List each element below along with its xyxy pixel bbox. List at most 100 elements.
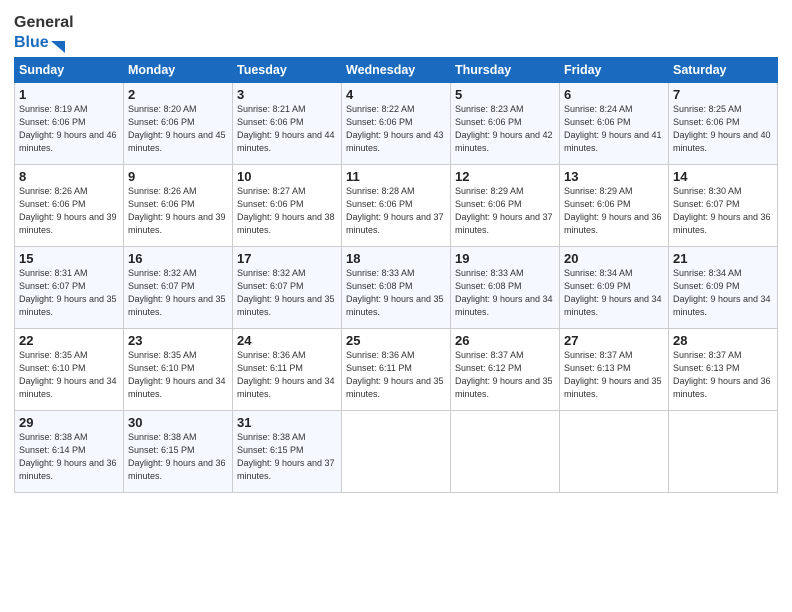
calendar-cell: 27Sunrise: 8:37 AM Sunset: 6:13 PM Dayli… [560, 328, 669, 410]
calendar-cell: 10Sunrise: 8:27 AM Sunset: 6:06 PM Dayli… [233, 164, 342, 246]
weekday-header-wednesday: Wednesday [342, 57, 451, 82]
cell-info: Sunrise: 8:37 AM Sunset: 6:13 PM Dayligh… [673, 349, 773, 401]
calendar-cell: 12Sunrise: 8:29 AM Sunset: 6:06 PM Dayli… [451, 164, 560, 246]
weekday-header-row: SundayMondayTuesdayWednesdayThursdayFrid… [15, 57, 778, 82]
day-number: 31 [237, 415, 337, 430]
calendar-cell: 4Sunrise: 8:22 AM Sunset: 6:06 PM Daylig… [342, 82, 451, 164]
day-number: 21 [673, 251, 773, 266]
cell-info: Sunrise: 8:28 AM Sunset: 6:06 PM Dayligh… [346, 185, 446, 237]
cell-info: Sunrise: 8:26 AM Sunset: 6:06 PM Dayligh… [128, 185, 228, 237]
cell-info: Sunrise: 8:38 AM Sunset: 6:15 PM Dayligh… [237, 431, 337, 483]
cell-info: Sunrise: 8:32 AM Sunset: 6:07 PM Dayligh… [237, 267, 337, 319]
weekday-header-sunday: Sunday [15, 57, 124, 82]
day-number: 27 [564, 333, 664, 348]
calendar-cell: 31Sunrise: 8:38 AM Sunset: 6:15 PM Dayli… [233, 410, 342, 492]
cell-info: Sunrise: 8:37 AM Sunset: 6:12 PM Dayligh… [455, 349, 555, 401]
logo: General Blue [14, 14, 74, 53]
day-number: 17 [237, 251, 337, 266]
weekday-header-thursday: Thursday [451, 57, 560, 82]
cell-info: Sunrise: 8:38 AM Sunset: 6:15 PM Dayligh… [128, 431, 228, 483]
day-number: 4 [346, 87, 446, 102]
day-number: 7 [673, 87, 773, 102]
week-row-4: 22Sunrise: 8:35 AM Sunset: 6:10 PM Dayli… [15, 328, 778, 410]
calendar-cell: 26Sunrise: 8:37 AM Sunset: 6:12 PM Dayli… [451, 328, 560, 410]
cell-info: Sunrise: 8:34 AM Sunset: 6:09 PM Dayligh… [564, 267, 664, 319]
calendar-cell: 19Sunrise: 8:33 AM Sunset: 6:08 PM Dayli… [451, 246, 560, 328]
cell-info: Sunrise: 8:33 AM Sunset: 6:08 PM Dayligh… [455, 267, 555, 319]
calendar-cell: 20Sunrise: 8:34 AM Sunset: 6:09 PM Dayli… [560, 246, 669, 328]
day-number: 9 [128, 169, 228, 184]
calendar-cell: 30Sunrise: 8:38 AM Sunset: 6:15 PM Dayli… [124, 410, 233, 492]
calendar-cell: 15Sunrise: 8:31 AM Sunset: 6:07 PM Dayli… [15, 246, 124, 328]
calendar-cell: 11Sunrise: 8:28 AM Sunset: 6:06 PM Dayli… [342, 164, 451, 246]
calendar-cell: 24Sunrise: 8:36 AM Sunset: 6:11 PM Dayli… [233, 328, 342, 410]
day-number: 10 [237, 169, 337, 184]
calendar-cell: 23Sunrise: 8:35 AM Sunset: 6:10 PM Dayli… [124, 328, 233, 410]
calendar-cell: 16Sunrise: 8:32 AM Sunset: 6:07 PM Dayli… [124, 246, 233, 328]
calendar-cell: 14Sunrise: 8:30 AM Sunset: 6:07 PM Dayli… [669, 164, 778, 246]
weekday-header-tuesday: Tuesday [233, 57, 342, 82]
cell-info: Sunrise: 8:29 AM Sunset: 6:06 PM Dayligh… [455, 185, 555, 237]
cell-info: Sunrise: 8:34 AM Sunset: 6:09 PM Dayligh… [673, 267, 773, 319]
cell-info: Sunrise: 8:36 AM Sunset: 6:11 PM Dayligh… [346, 349, 446, 401]
day-number: 2 [128, 87, 228, 102]
calendar-cell: 13Sunrise: 8:29 AM Sunset: 6:06 PM Dayli… [560, 164, 669, 246]
cell-info: Sunrise: 8:20 AM Sunset: 6:06 PM Dayligh… [128, 103, 228, 155]
day-number: 13 [564, 169, 664, 184]
calendar-cell: 8Sunrise: 8:26 AM Sunset: 6:06 PM Daylig… [15, 164, 124, 246]
calendar-cell: 17Sunrise: 8:32 AM Sunset: 6:07 PM Dayli… [233, 246, 342, 328]
calendar-cell: 1Sunrise: 8:19 AM Sunset: 6:06 PM Daylig… [15, 82, 124, 164]
day-number: 16 [128, 251, 228, 266]
day-number: 22 [19, 333, 119, 348]
week-row-5: 29Sunrise: 8:38 AM Sunset: 6:14 PM Dayli… [15, 410, 778, 492]
calendar-cell: 18Sunrise: 8:33 AM Sunset: 6:08 PM Dayli… [342, 246, 451, 328]
day-number: 12 [455, 169, 555, 184]
day-number: 3 [237, 87, 337, 102]
day-number: 24 [237, 333, 337, 348]
cell-info: Sunrise: 8:21 AM Sunset: 6:06 PM Dayligh… [237, 103, 337, 155]
cell-info: Sunrise: 8:27 AM Sunset: 6:06 PM Dayligh… [237, 185, 337, 237]
week-row-2: 8Sunrise: 8:26 AM Sunset: 6:06 PM Daylig… [15, 164, 778, 246]
cell-info: Sunrise: 8:19 AM Sunset: 6:06 PM Dayligh… [19, 103, 119, 155]
logo-general: General [14, 14, 74, 32]
day-number: 6 [564, 87, 664, 102]
calendar-cell: 2Sunrise: 8:20 AM Sunset: 6:06 PM Daylig… [124, 82, 233, 164]
cell-info: Sunrise: 8:37 AM Sunset: 6:13 PM Dayligh… [564, 349, 664, 401]
day-number: 1 [19, 87, 119, 102]
cell-info: Sunrise: 8:36 AM Sunset: 6:11 PM Dayligh… [237, 349, 337, 401]
cell-info: Sunrise: 8:26 AM Sunset: 6:06 PM Dayligh… [19, 185, 119, 237]
day-number: 14 [673, 169, 773, 184]
calendar-cell: 6Sunrise: 8:24 AM Sunset: 6:06 PM Daylig… [560, 82, 669, 164]
day-number: 30 [128, 415, 228, 430]
day-number: 8 [19, 169, 119, 184]
cell-info: Sunrise: 8:29 AM Sunset: 6:06 PM Dayligh… [564, 185, 664, 237]
cell-info: Sunrise: 8:38 AM Sunset: 6:14 PM Dayligh… [19, 431, 119, 483]
day-number: 18 [346, 251, 446, 266]
calendar-cell: 29Sunrise: 8:38 AM Sunset: 6:14 PM Dayli… [15, 410, 124, 492]
cell-info: Sunrise: 8:23 AM Sunset: 6:06 PM Dayligh… [455, 103, 555, 155]
calendar-cell: 5Sunrise: 8:23 AM Sunset: 6:06 PM Daylig… [451, 82, 560, 164]
weekday-header-saturday: Saturday [669, 57, 778, 82]
calendar-cell: 25Sunrise: 8:36 AM Sunset: 6:11 PM Dayli… [342, 328, 451, 410]
calendar-cell: 22Sunrise: 8:35 AM Sunset: 6:10 PM Dayli… [15, 328, 124, 410]
header: General Blue [14, 10, 778, 53]
cell-info: Sunrise: 8:35 AM Sunset: 6:10 PM Dayligh… [19, 349, 119, 401]
weekday-header-friday: Friday [560, 57, 669, 82]
cell-info: Sunrise: 8:25 AM Sunset: 6:06 PM Dayligh… [673, 103, 773, 155]
cell-info: Sunrise: 8:32 AM Sunset: 6:07 PM Dayligh… [128, 267, 228, 319]
calendar-cell [560, 410, 669, 492]
logo-blue: Blue [14, 34, 49, 52]
day-number: 25 [346, 333, 446, 348]
calendar-cell: 21Sunrise: 8:34 AM Sunset: 6:09 PM Dayli… [669, 246, 778, 328]
weekday-header-monday: Monday [124, 57, 233, 82]
calendar-cell: 7Sunrise: 8:25 AM Sunset: 6:06 PM Daylig… [669, 82, 778, 164]
calendar-cell [669, 410, 778, 492]
calendar-cell: 28Sunrise: 8:37 AM Sunset: 6:13 PM Dayli… [669, 328, 778, 410]
day-number: 20 [564, 251, 664, 266]
calendar-cell: 3Sunrise: 8:21 AM Sunset: 6:06 PM Daylig… [233, 82, 342, 164]
day-number: 29 [19, 415, 119, 430]
calendar-cell [342, 410, 451, 492]
cell-info: Sunrise: 8:24 AM Sunset: 6:06 PM Dayligh… [564, 103, 664, 155]
day-number: 23 [128, 333, 228, 348]
cell-info: Sunrise: 8:22 AM Sunset: 6:06 PM Dayligh… [346, 103, 446, 155]
